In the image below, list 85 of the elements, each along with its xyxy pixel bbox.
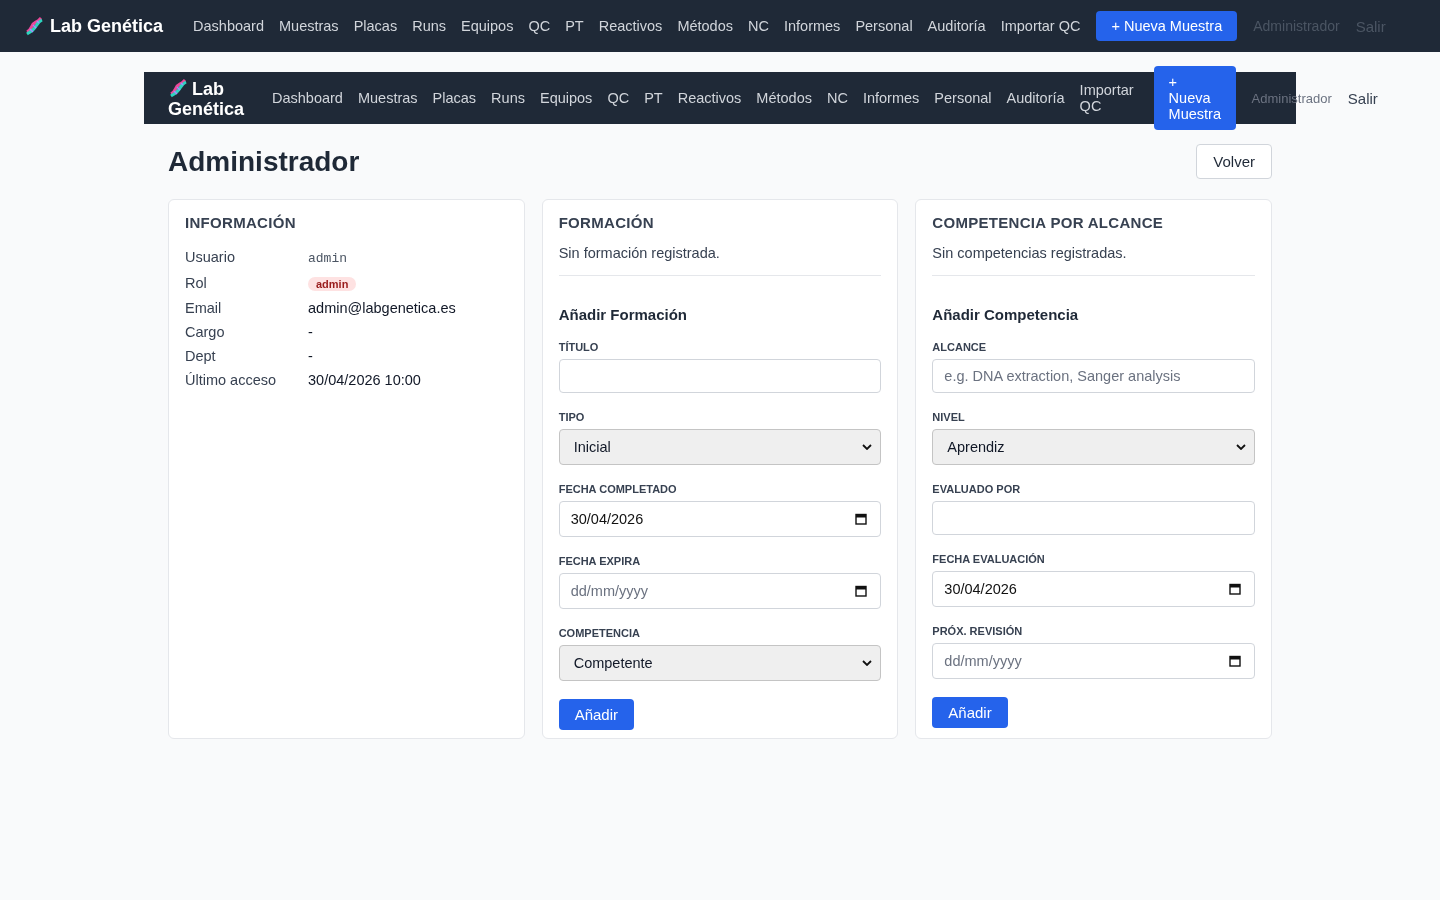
info-label: Rol xyxy=(185,274,208,293)
date-field[interactable]: 30/04/2026 xyxy=(932,571,1255,607)
calendar-icon xyxy=(1229,655,1241,667)
nav-link[interactable]: PT xyxy=(644,90,663,106)
nav-link[interactable]: NC xyxy=(748,18,769,34)
add-button[interactable]: Añadir xyxy=(932,697,1008,728)
dna-icon xyxy=(168,77,188,98)
chevron-icon xyxy=(1236,444,1246,450)
nav-link[interactable]: QC xyxy=(607,90,630,106)
field-label: FECHA EXPIRA xyxy=(558,555,642,567)
form-title: Añadir Competencia xyxy=(932,306,1080,323)
field-label: PRÓX. REVISIÓN xyxy=(932,625,1024,637)
info-label: Dept xyxy=(185,347,217,366)
chevron-icon xyxy=(862,444,873,450)
field-label: TIPO xyxy=(558,411,586,423)
nav-link[interactable]: Runs xyxy=(491,90,525,106)
nav-link[interactable]: Equipos xyxy=(461,18,514,34)
nav-link[interactable]: Importar QC xyxy=(1079,82,1138,114)
field-label: TÍTULO xyxy=(558,341,600,353)
info-label: Último acceso xyxy=(185,371,278,390)
nav-link[interactable]: Personal xyxy=(934,90,992,106)
info-label: Email xyxy=(185,299,223,318)
date-field[interactable]: 30/04/2026 xyxy=(558,501,882,537)
nav-link[interactable]: Reactivos xyxy=(598,18,663,34)
dna-icon xyxy=(24,16,44,36)
info-value: - xyxy=(308,348,313,364)
nav-link[interactable]: Métodos xyxy=(677,18,733,34)
brand-link[interactable]: Lab Genética xyxy=(168,77,248,119)
calendar-icon xyxy=(855,585,868,597)
nav-link[interactable]: Informes xyxy=(862,90,920,106)
nav-link[interactable]: Equipos xyxy=(539,90,593,106)
text-field[interactable] xyxy=(932,501,1255,535)
field-label: NIVEL xyxy=(932,411,966,423)
nav-link[interactable]: Reactivos xyxy=(677,90,742,106)
calendar-icon xyxy=(1229,583,1241,595)
nav-link[interactable]: PT xyxy=(565,18,584,34)
card-title: FORMACIÓN xyxy=(558,214,655,231)
nav-link[interactable]: Informes xyxy=(783,18,841,34)
info-label: Usuario xyxy=(185,248,236,267)
field-label: FECHA EVALUACIÓN xyxy=(932,553,1046,565)
card-title: COMPETENCIA POR ALCANCE xyxy=(932,214,1165,231)
nav-link[interactable]: Muestras xyxy=(279,18,339,34)
info-label: Cargo xyxy=(185,323,226,342)
add-button[interactable]: Añadir xyxy=(558,699,634,730)
back-button[interactable]: Volver xyxy=(1196,144,1272,179)
info-value: 30/04/2026 10:00 xyxy=(308,372,421,388)
nav-link[interactable]: QC xyxy=(528,18,551,34)
info-value: - xyxy=(308,324,313,340)
select-field[interactable]: Inicial xyxy=(558,429,882,465)
empty-message: Sin formación registrada. xyxy=(558,245,721,261)
field-label: ALCANCE xyxy=(932,341,988,353)
brand-link[interactable]: Lab Genética xyxy=(24,15,164,37)
page-title: Administrador xyxy=(168,145,360,178)
role-badge: admin xyxy=(308,277,357,291)
logout-link[interactable]: Salir xyxy=(1347,89,1378,107)
nav-link[interactable]: NC xyxy=(826,90,848,106)
nav-link[interactable]: Placas xyxy=(353,18,398,34)
select-field[interactable]: Aprendiz xyxy=(932,429,1255,465)
select-field[interactable]: Competente xyxy=(558,645,882,681)
nav-link[interactable]: Importar QC xyxy=(1000,18,1081,34)
new-sample-button[interactable]: + Nueva Muestra xyxy=(1096,11,1238,41)
nav-link[interactable]: Dashboard xyxy=(272,90,343,106)
nav-link[interactable]: Placas xyxy=(432,90,477,106)
field-label: EVALUADO POR xyxy=(932,483,1022,495)
text-field[interactable] xyxy=(558,359,882,393)
nav-link[interactable]: Muestras xyxy=(357,90,418,106)
nav-link[interactable]: Auditoría xyxy=(927,18,986,34)
field-label: FECHA COMPLETADO xyxy=(558,483,678,495)
info-value: admin@labgenetica.es xyxy=(308,300,456,316)
chevron-icon xyxy=(862,660,873,666)
nav-link[interactable]: Auditoría xyxy=(1006,90,1065,106)
empty-message: Sin competencias registradas. xyxy=(932,245,1128,261)
calendar-icon xyxy=(855,513,868,525)
date-field[interactable]: dd/mm/yyyy xyxy=(932,643,1255,679)
text-field[interactable]: e.g. DNA extraction, Sanger analysis xyxy=(932,359,1255,393)
nav-link[interactable]: Runs xyxy=(412,18,446,34)
nav-link[interactable]: Dashboard xyxy=(193,18,264,34)
form-title: Añadir Formación xyxy=(558,306,688,323)
info-value: admin xyxy=(308,251,347,266)
nav-link[interactable]: Métodos xyxy=(756,90,812,106)
card-title: INFORMACIÓN xyxy=(185,214,297,231)
date-field[interactable]: dd/mm/yyyy xyxy=(558,573,882,609)
new-sample-button[interactable]: + Nueva Muestra xyxy=(1153,66,1236,130)
nav-link[interactable]: Personal xyxy=(855,18,913,34)
field-label: COMPETENCIA xyxy=(558,627,641,639)
